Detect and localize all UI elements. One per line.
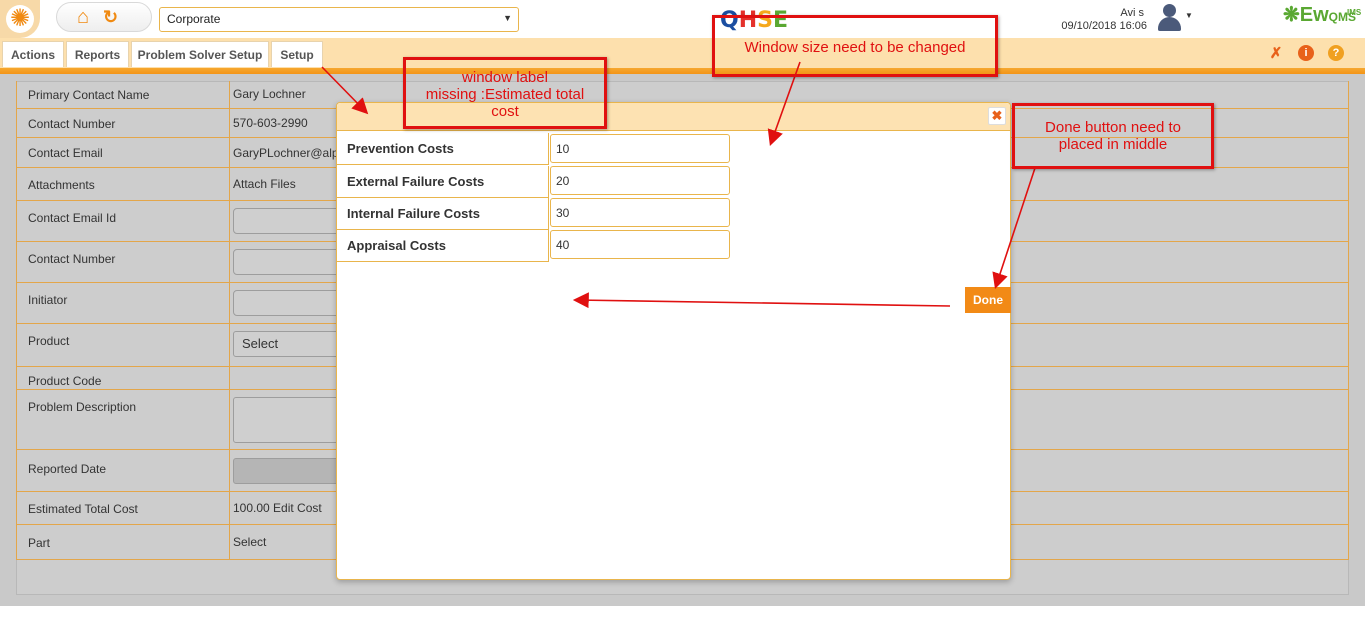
cost-row-internal-failure: Internal Failure Costs <box>337 198 549 230</box>
edit-cost-link[interactable]: 100.00 Edit Cost <box>233 501 322 515</box>
info-icon[interactable]: i <box>1298 45 1314 61</box>
part-select[interactable]: Select <box>233 535 266 549</box>
initiator-input[interactable] <box>233 290 343 316</box>
menu-item-setup[interactable]: Setup <box>271 41 323 67</box>
home-icon[interactable]: ⌂ <box>77 5 89 29</box>
user-menu-caret-icon[interactable]: ▼ <box>1185 11 1193 20</box>
contact-email-id-input[interactable] <box>233 208 343 234</box>
main-menu-bar: Actions Reports Problem Solver Setup Set… <box>0 38 1365 68</box>
contact-number-input[interactable] <box>233 249 343 275</box>
product-select[interactable]: Select <box>233 331 343 357</box>
cost-row-prevention: Prevention Costs <box>337 133 549 165</box>
app-window: ✺ ⌂ ↻ Corporate ▼ QHSE Avi s 09/10/2018 … <box>0 0 1365 624</box>
done-button[interactable]: Done <box>965 287 1011 313</box>
internal-failure-costs-input[interactable]: 30 <box>550 198 730 227</box>
sun-logo-icon: ✺ <box>6 5 34 33</box>
user-name: Avi s <box>1120 7 1144 19</box>
close-icon[interactable]: ✖ <box>988 107 1006 125</box>
organization-select[interactable]: Corporate ▼ <box>159 7 519 32</box>
annotation-done-button: Done button need to placed in middle <box>1012 103 1214 169</box>
leaf-logo-icon: ❋ <box>1283 4 1300 26</box>
menu-item-problem-solver-setup[interactable]: Problem Solver Setup <box>131 41 269 67</box>
attach-files-link[interactable]: Attach Files <box>233 177 296 191</box>
prevention-costs-input[interactable]: 10 <box>550 134 730 163</box>
menu-item-actions[interactable]: Actions <box>2 41 64 67</box>
avatar[interactable] <box>1154 2 1184 32</box>
problem-description-textarea[interactable] <box>233 397 343 443</box>
top-header: ✺ ⌂ ↻ Corporate ▼ QHSE Avi s 09/10/2018 … <box>0 0 1365 38</box>
ewqms-logo: ❋EwQMS IMS <box>1283 4 1362 26</box>
nav-pill: ⌂ ↻ <box>56 2 152 32</box>
estimated-cost-modal: ✖ Prevention Costs 10 External Failure C… <box>336 102 1011 580</box>
pin-icon[interactable]: ✗ <box>1268 45 1284 62</box>
chevron-down-icon: ▼ <box>503 13 512 23</box>
external-failure-costs-input[interactable]: 20 <box>550 166 730 195</box>
cost-row-external-failure: External Failure Costs <box>337 166 549 198</box>
appraisal-costs-input[interactable]: 40 <box>550 230 730 259</box>
annotation-label-missing: window label missing :Estimated total co… <box>403 57 607 129</box>
organization-select-value: Corporate <box>167 12 221 26</box>
reported-date-input[interactable] <box>233 458 343 484</box>
menu-item-reports[interactable]: Reports <box>66 41 129 67</box>
refresh-icon[interactable]: ↻ <box>103 6 118 28</box>
annotation-window-size: Window size need to be changed <box>712 15 998 77</box>
current-datetime: 09/10/2018 16:06 <box>1061 20 1147 32</box>
cost-row-appraisal: Appraisal Costs <box>337 230 549 262</box>
help-icon[interactable]: ? <box>1328 45 1344 61</box>
app-logo[interactable]: ✺ <box>0 0 40 38</box>
